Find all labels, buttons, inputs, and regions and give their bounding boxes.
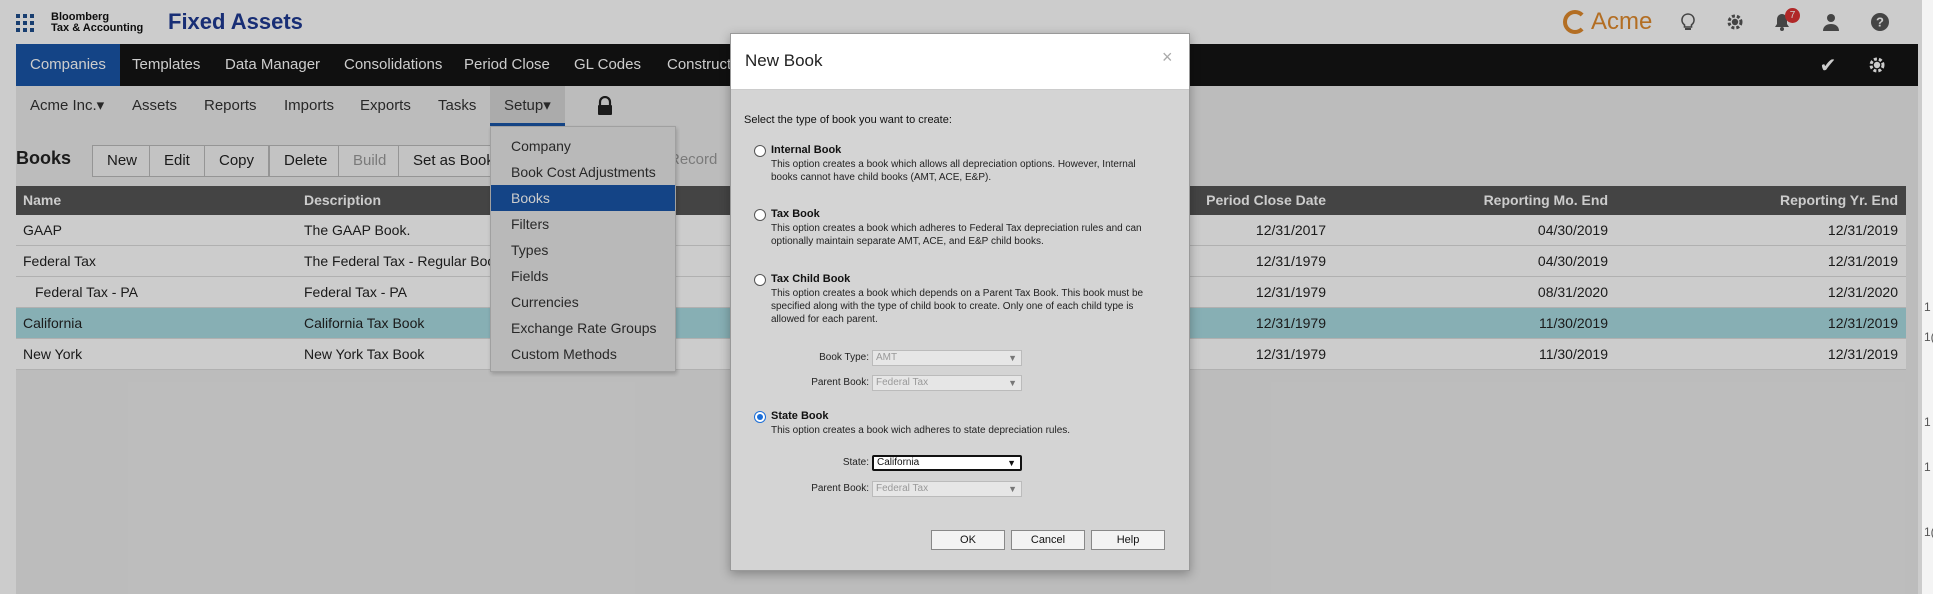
new-book-dialog: New Book × Select the type of book you w… xyxy=(730,33,1190,571)
book-type-label: Book Type: xyxy=(819,352,869,363)
ok-button[interactable]: OK xyxy=(931,530,1005,550)
option-description: This option creates a book wich adheres … xyxy=(771,425,1071,436)
dialog-title: New Book xyxy=(745,51,823,70)
option-description: This option creates a book which allows … xyxy=(771,159,1136,183)
chevron-down-icon: ▼ xyxy=(1007,458,1016,468)
edge-mark: 1( xyxy=(1924,525,1933,539)
edge-mark: 1( xyxy=(1924,330,1933,344)
chevron-down-icon: ▼ xyxy=(1008,353,1017,363)
right-edge-strip xyxy=(1922,0,1933,594)
state-value: California xyxy=(877,457,920,468)
parent-book-label: Parent Book: xyxy=(811,377,869,388)
book-type-value: AMT xyxy=(876,352,898,363)
book-type-select[interactable]: AMT ▼ xyxy=(872,350,1022,366)
option-label[interactable]: State Book xyxy=(771,410,828,422)
parent-book-select-child[interactable]: Federal Tax ▼ xyxy=(872,375,1022,391)
internal-book-radio[interactable] xyxy=(754,145,766,157)
parent-book-select-state[interactable]: Federal Tax ▼ xyxy=(872,481,1022,497)
chevron-down-icon: ▼ xyxy=(1008,378,1017,388)
close-icon[interactable]: × xyxy=(1162,47,1173,68)
state-label: State: xyxy=(842,457,869,468)
cancel-button[interactable]: Cancel xyxy=(1011,530,1085,550)
edge-mark: 1 xyxy=(1924,300,1931,314)
option-label[interactable]: Tax Child Book xyxy=(771,273,850,285)
dialog-header: New Book × xyxy=(731,34,1189,90)
parent-book-value: Federal Tax xyxy=(876,483,929,494)
chevron-down-icon: ▼ xyxy=(1008,484,1017,494)
state-book-radio[interactable] xyxy=(754,411,766,423)
help-button[interactable]: Help xyxy=(1091,530,1165,550)
option-label[interactable]: Internal Book xyxy=(771,144,841,156)
option-label[interactable]: Tax Book xyxy=(771,208,820,220)
tax-child-book-radio[interactable] xyxy=(754,274,766,286)
option-description: This option creates a book which depends… xyxy=(771,288,1144,325)
edge-mark: 1 xyxy=(1924,460,1931,474)
option-description: This option creates a book which adheres… xyxy=(771,223,1142,247)
dialog-prompt: Select the type of book you want to crea… xyxy=(744,114,952,126)
edge-mark: 1 xyxy=(1924,415,1931,429)
state-select[interactable]: California ▼ xyxy=(872,455,1022,471)
parent-book-label: Parent Book: xyxy=(811,483,869,494)
parent-book-value: Federal Tax xyxy=(876,377,929,388)
tax-book-radio[interactable] xyxy=(754,209,766,221)
